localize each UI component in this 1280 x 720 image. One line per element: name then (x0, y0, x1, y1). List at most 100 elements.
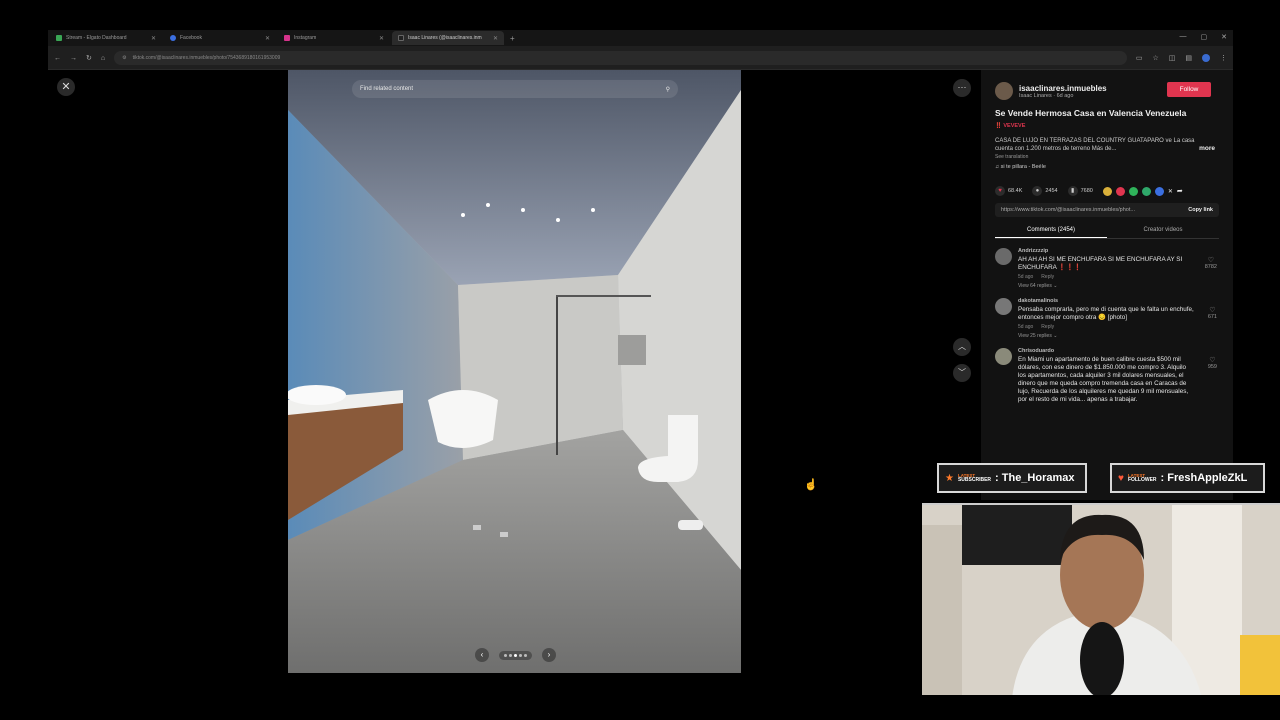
bookmark-star-icon[interactable]: ☆ (1152, 54, 1158, 62)
engagement-bar: ♥ 68.4K ● 2454 ▮ 7680 ✕ ➦ (995, 186, 1219, 196)
tab-label: Instagram (294, 35, 317, 41)
close-window-button[interactable]: ✕ (1221, 33, 1227, 41)
tab-comments[interactable]: Comments (2454) (995, 223, 1107, 238)
author-subline: Isaac Linares · 6d ago (1019, 92, 1074, 99)
x-share-icon[interactable]: ✕ (1168, 188, 1173, 195)
previous-slide-button[interactable]: ‹ (475, 648, 489, 662)
post-link-text[interactable]: https://www.tiktok.com/@isaaclinares.inm… (1001, 207, 1135, 213)
slide-dot[interactable] (519, 653, 522, 657)
tab-close-icon[interactable]: ✕ (151, 35, 156, 42)
like-stat[interactable]: ♥ 68.4K (995, 186, 1022, 196)
tab-tiktok[interactable]: Isaac Linares (@isaaclinares.inm ✕ (392, 31, 504, 45)
tiktok-favicon-icon (398, 35, 404, 41)
commenter-name[interactable]: Chrisoduardo (1018, 348, 1194, 354)
follow-button[interactable]: Follow (1167, 82, 1211, 97)
slide-dot[interactable] (509, 653, 512, 657)
url-text: tiktok.com/@isaaclinares.inmuebles/photo… (132, 55, 281, 61)
author-handle[interactable]: isaaclinares.inmuebles (1019, 84, 1107, 93)
commenter-avatar[interactable] (995, 298, 1012, 315)
repost-icon[interactable] (1102, 186, 1112, 196)
site-info-icon[interactable]: ⚙ (122, 55, 126, 61)
tab-label: Isaac Linares (@isaaclinares.inm (408, 35, 482, 41)
tab-facebook[interactable]: Facebook ✕ (164, 31, 276, 45)
browser-window: Stream - Elgato Dashboard ✕ Facebook ✕ I… (48, 30, 1233, 70)
commenter-avatar[interactable] (995, 248, 1012, 265)
slide-indicator (499, 650, 532, 660)
new-tab-button[interactable]: + (510, 34, 515, 43)
slide-dot[interactable] (524, 653, 527, 657)
elgato-favicon-icon (56, 35, 62, 41)
extensions-icon[interactable]: ◫ (1169, 54, 1176, 62)
home-icon[interactable]: ⌂ (101, 55, 105, 62)
previous-post-button[interactable]: ︿ (953, 338, 971, 356)
sidebar-icon[interactable]: ▤ (1185, 54, 1192, 62)
reply-button[interactable]: Reply (1041, 274, 1054, 280)
heart-icon: ♥ (1118, 472, 1124, 484)
address-bar[interactable]: ⚙ tiktok.com/@isaaclinares.inmuebles/pho… (114, 51, 1127, 65)
menu-kebab-icon[interactable]: ⋮ (1220, 54, 1227, 62)
commenter-avatar[interactable] (995, 348, 1012, 365)
reply-button[interactable]: Reply (1041, 324, 1054, 330)
tab-close-icon[interactable]: ✕ (265, 35, 270, 42)
comment-icon: ● (1032, 186, 1043, 196)
comment-like[interactable]: ♡ 671 (1208, 306, 1217, 320)
slide-dot[interactable] (504, 653, 507, 657)
pinterest-share-icon[interactable] (1115, 186, 1125, 196)
tab-bar: Stream - Elgato Dashboard ✕ Facebook ✕ I… (48, 30, 1233, 46)
slide-dot-active[interactable] (514, 653, 517, 657)
music-track[interactable]: ♫ si te pillara - Beéle (995, 164, 1219, 170)
cast-icon[interactable]: ▭ (1136, 54, 1143, 62)
next-slide-button[interactable]: › (542, 648, 556, 662)
tab-close-icon[interactable]: ✕ (379, 35, 384, 42)
star-icon: ★ (945, 472, 954, 484)
heart-icon: ♥ (995, 186, 1005, 196)
commenter-name[interactable]: Andrizzzzip (1018, 248, 1194, 254)
minimize-button[interactable]: — (1180, 33, 1187, 41)
tab-label: Stream - Elgato Dashboard (66, 35, 127, 41)
tab-label: Facebook (180, 35, 202, 41)
see-translation-link[interactable]: See translation (995, 154, 1219, 160)
more-options-button[interactable]: ··· (953, 79, 971, 97)
comment-date: 5d ago (1018, 324, 1034, 330)
profile-avatar[interactable] (1202, 54, 1210, 62)
view-replies-link[interactable]: View 25 replies ⌄ (1018, 333, 1194, 339)
next-post-button[interactable]: ﹀ (953, 364, 971, 382)
search-placeholder: Find related content (360, 86, 414, 92)
comment-like[interactable]: ♡ 959 (1208, 356, 1217, 370)
view-replies-link[interactable]: View 64 replies ⌄ (1018, 283, 1194, 289)
commenter-name[interactable]: dakotamalinois (1018, 298, 1194, 304)
more-link[interactable]: more (1199, 145, 1215, 153)
whatsapp-share-icon[interactable] (1128, 186, 1138, 196)
comment-stat[interactable]: ● 2454 (1032, 186, 1058, 196)
latest-subscriber-alert: ★ LATEST SUBSCRIBER : The_Horamax (937, 463, 1087, 493)
tab-instagram[interactable]: Instagram ✕ (278, 31, 390, 45)
maximize-button[interactable]: ▢ (1201, 33, 1208, 41)
reload-icon[interactable]: ↻ (86, 54, 92, 62)
save-stat[interactable]: ▮ 7680 (1067, 186, 1093, 196)
find-related-search[interactable]: Find related content ⚲ (352, 80, 678, 98)
comment-like-count: 959 (1207, 364, 1217, 370)
subscriber-tag: LATEST SUBSCRIBER (957, 473, 992, 483)
webcam-feed (922, 503, 1280, 696)
post-title-text: Se Vende Hermosa Casa en Valencia Venezu… (995, 108, 1187, 118)
tab-elgato[interactable]: Stream - Elgato Dashboard ✕ (50, 31, 162, 45)
tab-creator-videos[interactable]: Creator videos (1107, 223, 1219, 238)
facebook-share-icon[interactable] (1154, 186, 1164, 196)
close-viewer-button[interactable]: ✕ (57, 78, 75, 96)
copy-link-button[interactable]: Copy link (1188, 207, 1213, 213)
share-arrow-icon[interactable]: ➦ (1177, 187, 1183, 195)
author-avatar[interactable] (995, 82, 1013, 100)
comment-like-count: 671 (1207, 314, 1217, 320)
tab-close-icon[interactable]: ✕ (493, 35, 498, 42)
comment-like[interactable]: ♡ 8782 (1205, 256, 1217, 270)
back-icon[interactable]: ← (54, 55, 61, 62)
comment-text: Pensaba comprarla, pero me di cuenta que… (1018, 306, 1194, 321)
forward-icon[interactable]: → (70, 55, 77, 62)
slide-navigation: ‹ › (475, 648, 556, 662)
search-icon[interactable]: ⚲ (666, 86, 670, 93)
post-title: Se Vende Hermosa Casa en Valencia Venezu… (995, 108, 1195, 132)
photo-slide[interactable]: Find related content ⚲ ‹ › (288, 70, 741, 673)
comment-date: 5d ago (1018, 274, 1034, 280)
window-controls: — ▢ ✕ (1180, 33, 1228, 41)
embed-share-icon[interactable] (1141, 186, 1151, 196)
